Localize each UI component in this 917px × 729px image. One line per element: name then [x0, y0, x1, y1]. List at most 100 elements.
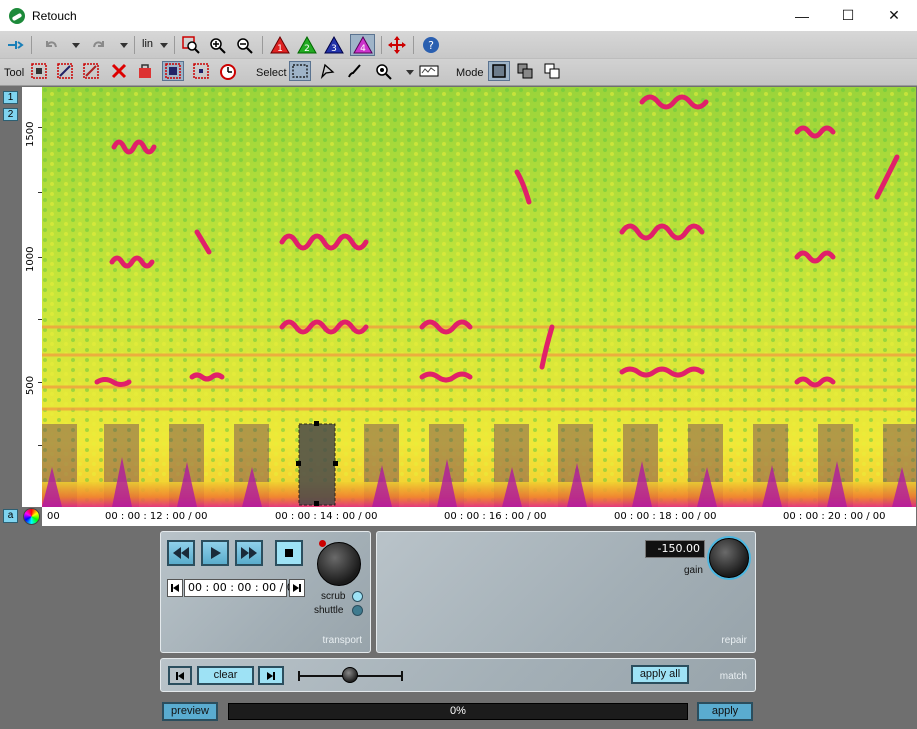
- zoom-fit-icon[interactable]: [180, 35, 202, 55]
- tool-delete-icon[interactable]: [108, 61, 130, 81]
- separator: [174, 36, 175, 54]
- apply-all-button[interactable]: apply all: [631, 665, 689, 684]
- selection-region[interactable]: [296, 421, 338, 506]
- fast-forward-icon: [241, 547, 257, 559]
- select-spectrum-icon[interactable]: [418, 61, 440, 81]
- pin-icon[interactable]: [4, 35, 26, 55]
- retouch-window: Retouch — ☐ ✕ lin 1 2 3 4 ? Tool Select …: [0, 0, 917, 729]
- a-button[interactable]: a: [3, 509, 18, 523]
- tool-crop-icon[interactable]: [190, 61, 212, 81]
- spectrogram-view[interactable]: [42, 87, 916, 507]
- scrub-radio[interactable]: [352, 591, 363, 602]
- go-to-end-button[interactable]: [289, 579, 305, 597]
- time-axis-row: a 00 00 : 00 : 12 : 00 / 00 00 : 00 : 14…: [0, 507, 917, 526]
- scale-select[interactable]: lin: [142, 38, 153, 50]
- window-title: Retouch: [32, 8, 77, 23]
- spectrogram-canvas: [42, 87, 916, 507]
- tool-select-all-icon[interactable]: [28, 61, 50, 81]
- slider-end: [298, 671, 300, 681]
- channel-2-button[interactable]: 2: [3, 108, 18, 121]
- mode-replace-icon[interactable]: [488, 61, 510, 81]
- close-button[interactable]: ✕: [871, 0, 917, 31]
- select-rectangle-icon[interactable]: [289, 61, 311, 81]
- layer-4-label: 4: [360, 44, 366, 54]
- match-slider-thumb[interactable]: [342, 667, 358, 683]
- help-icon[interactable]: ?: [420, 35, 442, 55]
- time-label: 00 : 00 : 12 : 00 / 00: [105, 511, 208, 522]
- zoom-out-icon[interactable]: [233, 35, 255, 55]
- separator: [262, 36, 263, 54]
- skip-end-icon: [293, 584, 301, 592]
- layer-4-button[interactable]: 4: [350, 34, 375, 56]
- layer-2-label: 2: [304, 44, 310, 54]
- clear-button[interactable]: clear: [197, 666, 254, 685]
- redo-dropdown-icon[interactable]: [120, 43, 128, 48]
- tool-time-icon[interactable]: [217, 61, 239, 81]
- freq-label-1500: 1500: [25, 121, 36, 147]
- tool-paste-icon[interactable]: [134, 61, 156, 81]
- tool-toolbar: Tool Select Mode: [0, 59, 917, 86]
- transport-panel: 00 : 00 : 00 : 00 / 00 scrub shuttle tra…: [160, 531, 371, 653]
- progress-text: 0%: [450, 705, 466, 717]
- rewind-button[interactable]: [167, 540, 195, 566]
- shuttle-radio[interactable]: [352, 605, 363, 616]
- mode-label: Mode: [456, 67, 484, 79]
- apply-button[interactable]: apply: [697, 702, 753, 721]
- match-next-button[interactable]: [258, 666, 284, 685]
- tool-draw-icon[interactable]: [80, 61, 102, 81]
- select-label: Select: [256, 67, 287, 79]
- match-panel: clear apply all match: [160, 658, 756, 692]
- scale-dropdown-icon[interactable]: [160, 43, 168, 48]
- tool-edit-icon[interactable]: [54, 61, 76, 81]
- window-controls: — ☐ ✕: [779, 0, 917, 31]
- separator: [413, 36, 414, 54]
- gain-knob[interactable]: [709, 538, 749, 578]
- mode-add-icon[interactable]: [514, 61, 536, 81]
- layer-2-button[interactable]: 2: [296, 35, 318, 55]
- match-caption: match: [719, 671, 747, 682]
- gain-value-field[interactable]: -150.00: [645, 540, 705, 558]
- repair-caption: repair: [721, 635, 747, 646]
- color-wheel-icon[interactable]: [23, 508, 40, 525]
- channel-strip: 1 2: [0, 87, 22, 507]
- select-brush-icon[interactable]: [343, 61, 365, 81]
- select-magic-icon[interactable]: [372, 61, 394, 81]
- gain-label: gain: [684, 565, 703, 576]
- minimize-button[interactable]: —: [779, 0, 825, 31]
- select-dropdown-icon[interactable]: [406, 70, 414, 75]
- stop-button[interactable]: [275, 540, 303, 566]
- preview-button[interactable]: preview: [162, 702, 218, 721]
- mode-subtract-icon[interactable]: [541, 61, 563, 81]
- progress-bar: 0%: [228, 703, 688, 720]
- go-to-start-button[interactable]: [167, 579, 183, 597]
- play-button[interactable]: [201, 540, 229, 566]
- slider-end: [401, 671, 403, 681]
- separator: [134, 36, 135, 54]
- move-icon[interactable]: [386, 35, 408, 55]
- time-label: 00 : 00 : 14 : 00 / 00: [275, 511, 378, 522]
- redo-icon[interactable]: [88, 35, 110, 55]
- separator: [381, 36, 382, 54]
- match-previous-button[interactable]: [168, 666, 192, 685]
- record-indicator-icon: [319, 540, 326, 547]
- tool-region-icon[interactable]: [162, 61, 184, 81]
- skip-start-icon: [171, 584, 179, 592]
- time-label: 00 : 00 : 18 : 00 / 00: [614, 511, 717, 522]
- layer-3-button[interactable]: 3: [323, 35, 345, 55]
- repair-panel: -150.00 gain repair: [376, 531, 756, 653]
- zoom-in-icon[interactable]: [206, 35, 228, 55]
- timecode-field[interactable]: 00 : 00 : 00 : 00 / 00: [184, 579, 301, 597]
- fast-forward-button[interactable]: [235, 540, 263, 566]
- frequency-axis: 1500 1000 500: [22, 87, 42, 507]
- undo-dropdown-icon[interactable]: [72, 43, 80, 48]
- undo-icon[interactable]: [40, 35, 62, 55]
- stop-icon: [285, 549, 293, 557]
- tool-label: Tool: [4, 67, 25, 79]
- channel-1-button[interactable]: 1: [3, 91, 18, 104]
- shuttle-label: shuttle: [314, 605, 344, 616]
- maximize-button[interactable]: ☐: [825, 0, 871, 31]
- select-lasso-icon[interactable]: [316, 61, 338, 81]
- transport-knob[interactable]: [317, 542, 361, 586]
- freq-label-1000: 1000: [25, 246, 36, 272]
- layer-1-button[interactable]: 1: [269, 35, 291, 55]
